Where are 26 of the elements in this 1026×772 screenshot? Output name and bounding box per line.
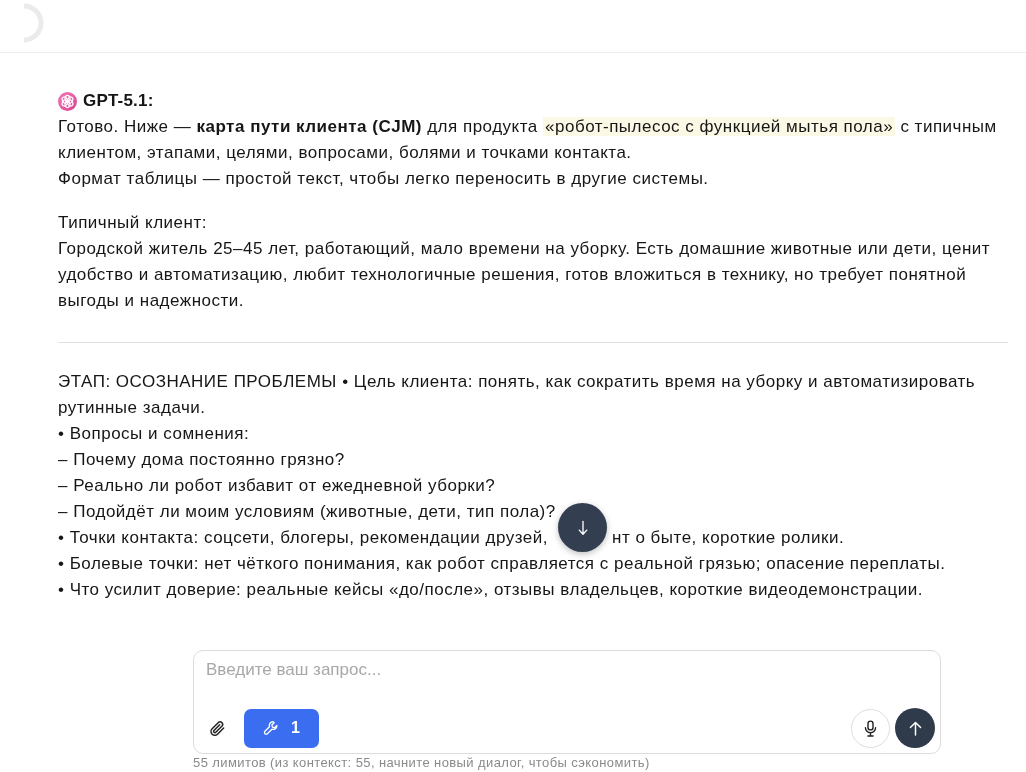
message-text: – Почему дома постоянно грязно? <box>58 449 346 471</box>
message-text: • Вопросы и сомнения: <box>58 423 251 445</box>
arrow-down-icon <box>577 519 588 536</box>
limit-note: 55 лимитов (из контекст: 55, начните новый диалог, чтобы сэкономить) <box>193 756 651 770</box>
message-text: Типичный клиент: <box>58 212 208 234</box>
message-text: Городской житель 25–45 лет, работающий, мало времени на уборку. Есть домашние животные или дети, ценит удобство и автоматизацию, любит технологичные решения, готов вложиться в технику, но требует понятной выгоды и надежности. <box>58 238 992 312</box>
message-text: – Реально ли робот избавит от ежедневной уборки? <box>58 475 497 497</box>
message-text: • Что усилит доверие: реальные кейсы «до/после», отзывы владельцев, короткие видеодемонстрации. <box>58 579 924 601</box>
paperclip-icon[interactable] <box>209 719 226 737</box>
author-name: GPT-5.1: <box>83 90 154 112</box>
message-text: – Подойдёт ли моим условиям (животные, дети, тип пола)? <box>58 501 557 523</box>
arrow-up-icon <box>908 720 922 736</box>
microphone-button[interactable] <box>851 708 890 748</box>
message-text: • Болевые точки: нет чёткого понимания, как робот справляется с реальной грязью; опасение переплаты. <box>58 553 947 575</box>
message-text: ЭТАП: ОСОЗНАНИЕ ПРОБЛЕМЫ • Цель клиента: понять, как сократить время на уборку и автоматизировать рутинные задачи. <box>58 371 977 419</box>
send-button[interactable] <box>895 708 935 748</box>
message-text: Формат таблицы — простой текст, чтобы легко переносить в другие системы. <box>58 168 710 190</box>
message-text: • Точки контакта: соцсети, блогеры, рекомендации друзей, <box>58 527 549 549</box>
microphone-icon <box>864 719 877 737</box>
wrench-icon <box>263 720 280 736</box>
tools-button[interactable]: 1 <box>244 708 319 748</box>
scroll-down-button[interactable] <box>558 503 607 552</box>
message-text: нт о быте, короткие ролики. <box>612 527 845 549</box>
knot-icon <box>58 91 77 111</box>
message-text: Готово. Ниже — карта пути клиента (CJM) для продукта «робот-пылесос с функцией мытья пола» с типичным клиентом, этапами, целями, вопросами, болями и точками контакта. <box>58 116 998 164</box>
prompt-input[interactable]: Введите ваш запрос... <box>206 657 806 683</box>
